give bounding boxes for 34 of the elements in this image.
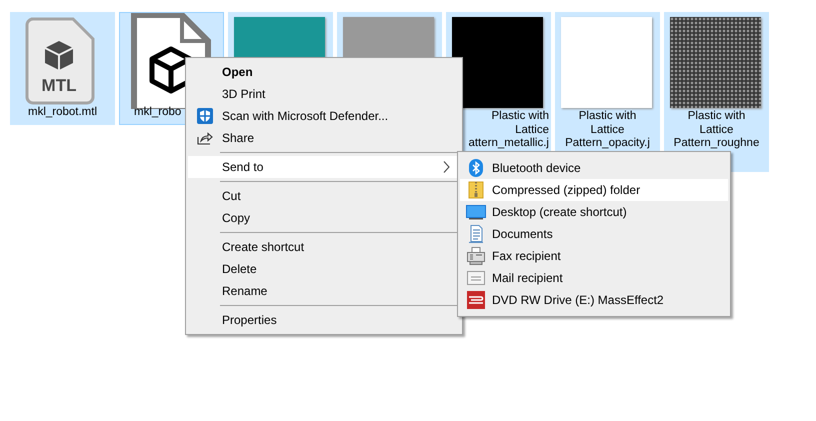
fax-icon <box>467 247 485 265</box>
menu-item[interactable]: Mail recipient <box>460 267 728 289</box>
menu-item[interactable]: Copy <box>188 207 460 229</box>
file-name: Plastic with Lattice Pattern_roughne <box>674 110 760 150</box>
menu-item[interactable]: Scan with Microsoft Defender... <box>188 105 460 127</box>
menu-item[interactable]: Cut <box>188 185 460 207</box>
document-icon <box>26 18 94 104</box>
share-icon <box>197 132 213 145</box>
menu-item[interactable]: Bluetooth device <box>460 157 728 179</box>
menu-item[interactable]: Create shortcut <box>188 236 460 258</box>
dvd-drive-icon <box>467 291 485 309</box>
mail-icon <box>467 271 485 285</box>
menu-item[interactable]: Compressed (zipped) folder <box>460 179 728 201</box>
menu-item[interactable]: Documents <box>460 223 728 245</box>
menu-item[interactable]: Delete <box>188 258 460 280</box>
menu-item[interactable]: Fax recipient <box>460 245 728 267</box>
menu-item[interactable]: Desktop (create shortcut) <box>460 201 728 223</box>
bluetooth-icon <box>469 159 483 177</box>
menu-item[interactable]: 3D Print <box>188 83 460 105</box>
menu-item[interactable]: DVD RW Drive (E:) MassEffect2 <box>460 289 728 311</box>
menu-item[interactable]: Share <box>188 127 460 149</box>
menu-item[interactable]: Properties <box>188 309 460 331</box>
menu-item[interactable]: Open <box>188 61 460 83</box>
file-type-label: MTL <box>42 76 76 95</box>
shield-icon <box>197 108 213 124</box>
menu-item[interactable]: Rename <box>188 280 460 302</box>
file-name: Plastic with Lattice attern_metallic.j <box>468 110 549 150</box>
file-name: mkl_robo <box>134 106 182 120</box>
file-name: Plastic with Lattice Pattern_opacity.j <box>565 110 650 150</box>
zip-folder-icon <box>468 182 484 198</box>
file-name: mkl_robot.mtl <box>28 106 98 120</box>
menu-item[interactable]: Send to <box>188 156 460 178</box>
desktop-icon <box>466 205 486 220</box>
document-icon <box>469 225 483 243</box>
